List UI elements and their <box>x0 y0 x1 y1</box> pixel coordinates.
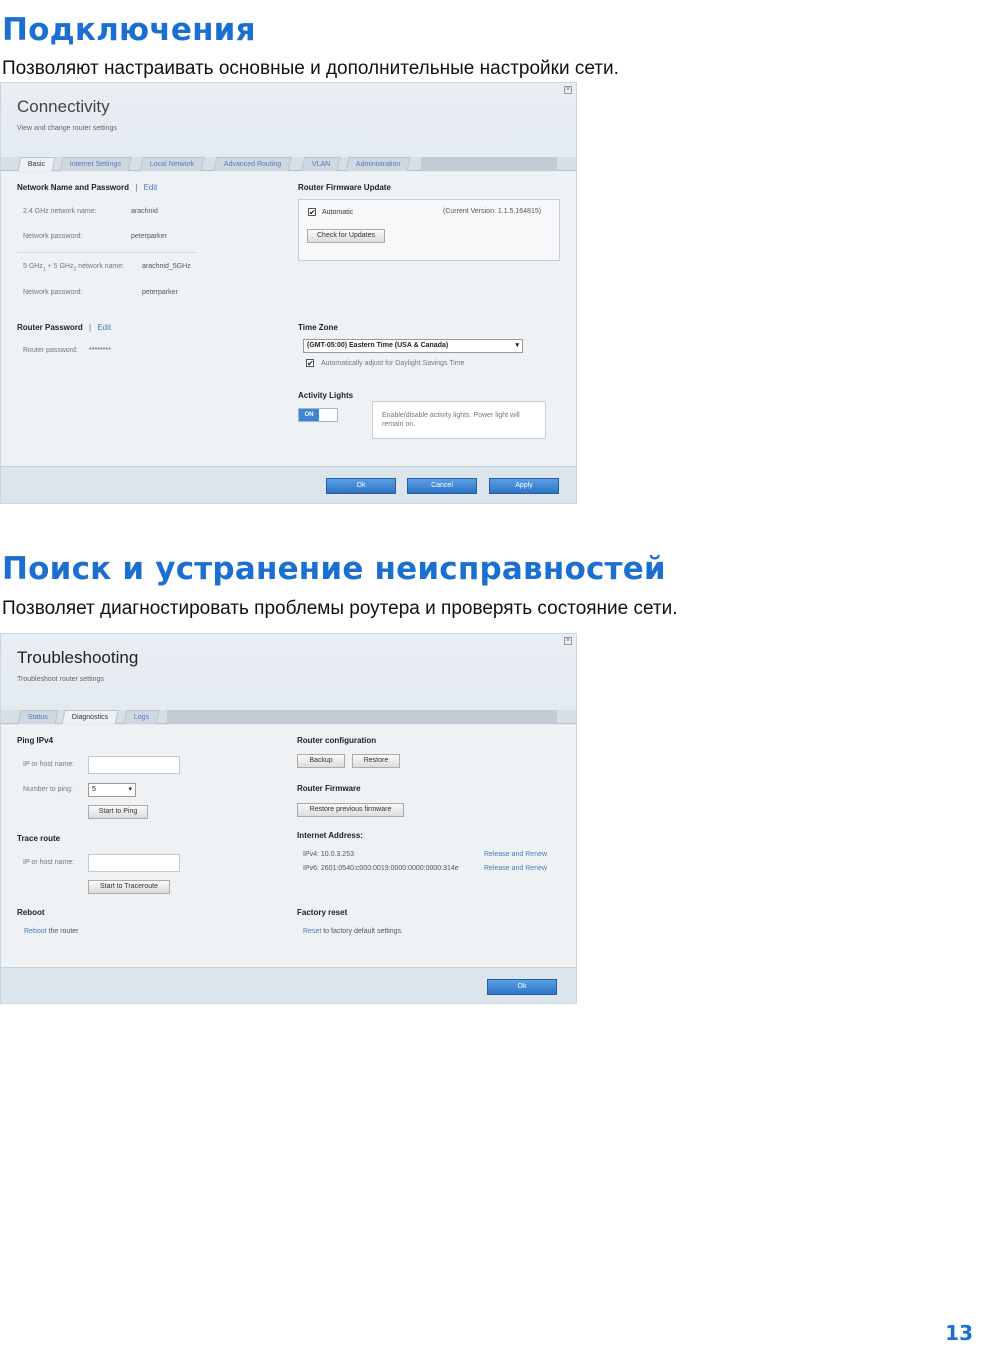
network-password-24-label: Network password: <box>23 233 83 240</box>
trace-host-label: IP or host name: <box>23 859 75 866</box>
network-name-24-value: arachnid <box>131 208 158 215</box>
tab-bar: Basic Internet Settings Local Network Ad… <box>1 157 576 171</box>
router-password-label: Router password: <box>23 347 78 354</box>
ok-button[interactable]: Ok <box>326 478 396 494</box>
number-to-ping-select[interactable]: 5 ▾ <box>88 783 136 797</box>
start-to-ping-button[interactable]: Start to Ping <box>88 805 148 819</box>
ok-button[interactable]: Ok <box>487 979 557 995</box>
network-name-24-label: 2.4 GHz network name: <box>23 208 97 215</box>
release-renew-ipv6-link[interactable]: Release and Renew <box>484 865 547 872</box>
router-password-title: Router Password | Edit <box>17 323 112 332</box>
factory-reset-title: Factory reset <box>297 908 348 917</box>
ipv4-address: IPv4: 10.0.3.253 <box>303 851 354 858</box>
close-icon[interactable]: × <box>564 637 572 645</box>
network-edit-link[interactable]: Edit <box>144 183 158 192</box>
internet-address-title: Internet Address: <box>297 831 363 840</box>
release-renew-ipv4-link[interactable]: Release and Renew <box>484 851 547 858</box>
router-password-value: ******** <box>89 347 111 354</box>
chevron-down-icon: ▾ <box>128 786 132 793</box>
apply-button[interactable]: Apply <box>489 478 559 494</box>
section-title-connectivity: Подключения <box>2 12 256 48</box>
ping-title: Ping IPv4 <box>17 736 54 745</box>
reboot-text: Reboot the router <box>24 928 79 935</box>
section-description-troubleshooting: Позволяет диагностировать проблемы роуте… <box>2 598 678 619</box>
trace-route-title: Trace route <box>17 834 61 843</box>
check-for-updates-button[interactable]: Check for Updates <box>307 229 385 243</box>
network-password-5-value: peterparker <box>142 289 178 296</box>
dst-checkbox[interactable]: ✔ <box>306 359 314 368</box>
tab-bar: Status Diagnostics Logs <box>1 710 576 724</box>
troubleshooting-window: × Troubleshooting Troubleshoot router se… <box>0 633 577 1004</box>
connectivity-footer: Ok Cancel Apply <box>1 466 576 503</box>
divider <box>17 252 197 253</box>
tab-bar-fill <box>167 710 557 724</box>
ipv6-address: IPv6: 2601:0540:c000:0019:0000:0000:0000… <box>303 865 459 872</box>
number-to-ping-label: Number to ping: <box>23 786 73 793</box>
restore-previous-firmware-button[interactable]: Restore previous firmware <box>297 803 404 817</box>
window-subtitle: View and change router settings <box>17 125 117 132</box>
router-password-edit-link[interactable]: Edit <box>97 323 111 332</box>
factory-reset-text: Reset to factory default settings. <box>303 928 404 935</box>
page-number: 13 <box>945 1321 973 1345</box>
tab-advanced-routing[interactable]: Advanced Routing <box>213 157 292 171</box>
troubleshooting-content: Ping IPv4 IP or host name: Number to pin… <box>1 725 576 967</box>
window-title: Troubleshooting <box>17 648 139 667</box>
network-name-5-label: 5 GHz1 + 5 GHz2 network name: <box>23 263 125 273</box>
window-title: Connectivity <box>17 97 110 116</box>
tab-vlan[interactable]: VLAN <box>301 157 341 171</box>
router-config-title: Router configuration <box>297 736 377 745</box>
start-to-traceroute-button[interactable]: Start to Traceroute <box>88 880 170 894</box>
automatic-checkbox[interactable]: ✔ <box>308 208 316 217</box>
activity-lights-title: Activity Lights <box>298 391 354 400</box>
ping-host-label: IP or host name: <box>23 761 75 768</box>
cancel-button[interactable]: Cancel <box>407 478 477 494</box>
time-zone-select[interactable]: (GMT-05:00) Eastern Time (USA & Canada) … <box>303 339 523 353</box>
network-password-5-label: Network password: <box>23 289 83 296</box>
reboot-title: Reboot <box>17 908 45 917</box>
reboot-link[interactable]: Reboot <box>24 928 47 935</box>
tab-internet-settings[interactable]: Internet Settings <box>59 157 132 171</box>
activity-lights-toggle[interactable]: ON <box>298 408 338 422</box>
section-description-connectivity: Позволяют настраивать основные и дополни… <box>2 58 619 79</box>
section-title-troubleshooting: Поиск и устранение неисправностей <box>2 551 666 587</box>
connectivity-window: × Connectivity View and change router se… <box>0 82 577 504</box>
trace-host-input[interactable] <box>88 854 180 872</box>
dst-label: Automatically adjust for Daylight Saving… <box>321 360 465 367</box>
tab-logs[interactable]: Logs <box>123 710 160 724</box>
tab-bar-fill <box>421 157 557 171</box>
tab-administration[interactable]: Administration <box>345 157 411 171</box>
ping-host-input[interactable] <box>88 756 180 774</box>
close-icon[interactable]: × <box>564 86 572 94</box>
chevron-down-icon: ▾ <box>515 342 519 349</box>
tab-status[interactable]: Status <box>17 710 59 724</box>
firmware-update-title: Router Firmware Update <box>298 183 391 192</box>
network-name-password-title: Network Name and Password | Edit <box>17 183 158 192</box>
activity-lights-info: Enable/disable activity lights. Power li… <box>372 401 546 439</box>
firmware-version: (Current Version: 1.1.5.164815) <box>443 208 542 215</box>
firmware-box: ✔ Automatic (Current Version: 1.1.5.1648… <box>298 199 560 261</box>
tab-local-network[interactable]: Local Network <box>139 157 205 171</box>
network-password-24-value: peterparker <box>131 233 167 240</box>
troubleshooting-footer: Ok <box>1 967 576 1003</box>
router-firmware-title: Router Firmware <box>297 784 361 793</box>
backup-button[interactable]: Backup <box>297 754 345 768</box>
restore-button[interactable]: Restore <box>352 754 400 768</box>
connectivity-content: Network Name and Password | Edit 2.4 GHz… <box>1 172 576 466</box>
tab-diagnostics[interactable]: Diagnostics <box>61 710 119 724</box>
network-name-5-value: arachnid_5GHz <box>142 263 191 270</box>
tab-basic[interactable]: Basic <box>17 157 56 171</box>
time-zone-title: Time Zone <box>298 323 338 332</box>
factory-reset-link[interactable]: Reset <box>303 928 321 935</box>
window-subtitle: Troubleshoot router settings <box>17 676 104 683</box>
automatic-label: Automatic <box>322 209 354 216</box>
